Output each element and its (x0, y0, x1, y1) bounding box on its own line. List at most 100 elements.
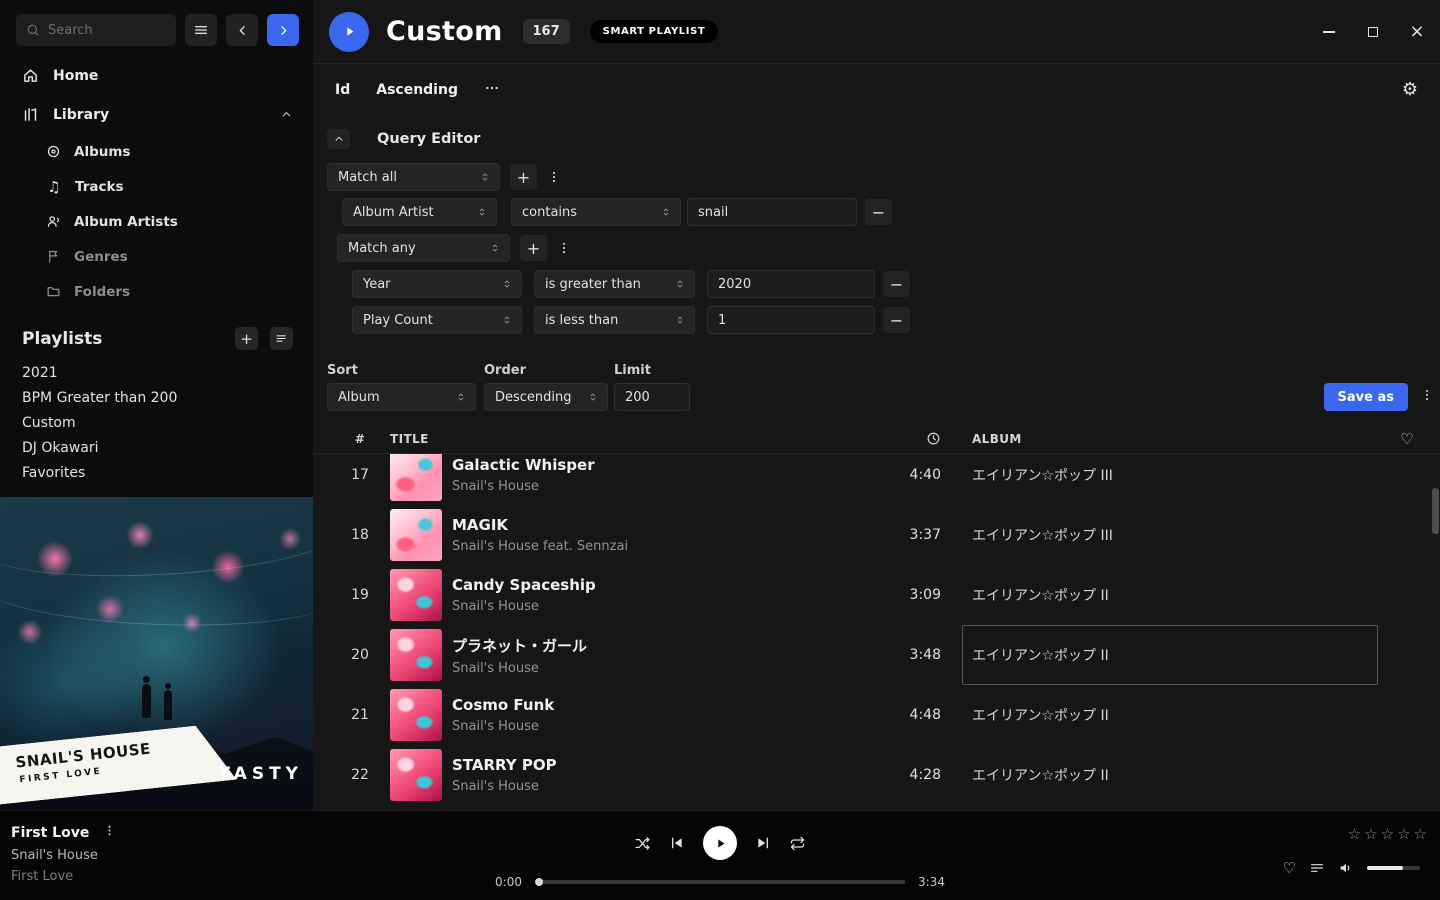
sidebar-item-album-artists[interactable]: Album Artists (0, 204, 313, 239)
limit-input[interactable] (614, 383, 690, 411)
sidebar-item-folders[interactable]: Folders (0, 274, 313, 309)
rule-field-select[interactable]: Year (352, 270, 522, 298)
playlist-item[interactable]: Favorites (0, 460, 313, 485)
add-group-rule-button[interactable]: + (520, 235, 547, 261)
now-playing-menu-button[interactable] (103, 824, 116, 841)
rule-operator-select[interactable]: is less than (534, 306, 695, 334)
track-row[interactable]: 21 Cosmo Funk Snail's House 4:48 エイリアン☆ポ… (313, 685, 1440, 745)
collapse-query-editor-button[interactable] (327, 129, 350, 149)
star-icon[interactable]: ☆ (1397, 825, 1410, 843)
meatball-icon (484, 80, 500, 96)
save-menu-button[interactable] (1420, 388, 1434, 406)
shuffle-button[interactable] (634, 835, 651, 852)
menu-button[interactable] (185, 14, 217, 46)
album-column-header[interactable]: ALBUM (972, 432, 1392, 446)
remove-rule-button[interactable]: − (883, 271, 910, 297)
rule-value-input[interactable] (707, 306, 875, 334)
close-button[interactable]: × (1404, 19, 1430, 45)
star-icon[interactable]: ☆ (1348, 825, 1361, 843)
nav-forward-button[interactable] (267, 14, 299, 46)
star-icon[interactable]: ☆ (1414, 825, 1427, 843)
transport-controls (634, 826, 806, 860)
remove-rule-button[interactable]: − (865, 199, 892, 225)
play-pause-button[interactable] (703, 826, 737, 860)
track-artist: Snail's House (452, 661, 881, 676)
rule-operator-select[interactable]: contains (511, 198, 681, 226)
track-table-header: # TITLE ALBUM ♡ (313, 424, 1440, 454)
play-playlist-button[interactable] (329, 12, 369, 52)
sidebar-item-home[interactable]: Home (0, 56, 313, 95)
sidebar-item-library[interactable]: Library (0, 95, 313, 134)
minimize-icon (1323, 31, 1335, 33)
sort-field-button[interactable]: Id (335, 82, 350, 98)
star-icon[interactable]: ☆ (1381, 825, 1394, 843)
add-rule-button[interactable]: + (510, 164, 537, 190)
sidebar-item-albums[interactable]: Albums (0, 134, 313, 169)
track-title: Candy Spaceship (452, 576, 881, 594)
chevron-up-icon[interactable] (280, 108, 293, 121)
favorite-column-header[interactable]: ♡ (1392, 430, 1414, 448)
search-box[interactable] (16, 14, 176, 46)
sidebar-item-tracks[interactable]: ♫ Tracks (0, 169, 313, 204)
seek-bar[interactable] (535, 880, 905, 884)
query-rule-row: Play Count is less than − (352, 306, 1440, 334)
add-playlist-button[interactable]: + (235, 327, 258, 350)
rule-menu-button[interactable] (544, 164, 564, 190)
rule-value-input[interactable] (687, 198, 857, 226)
playlist-label: 2021 (22, 365, 58, 381)
maximize-button[interactable] (1360, 19, 1386, 45)
queue-button[interactable] (1309, 860, 1325, 876)
next-track-button[interactable] (755, 835, 771, 851)
playlist-options-button[interactable] (270, 327, 293, 350)
title-column-header[interactable]: TITLE (390, 432, 881, 446)
track-row[interactable]: 17 Galactic Whisper Snail's House 4:40 エ… (313, 454, 1440, 505)
more-options-button[interactable] (484, 80, 500, 100)
duration-column-header[interactable] (881, 431, 941, 446)
playlist-item[interactable]: 2021 (0, 360, 313, 385)
minus-icon: − (872, 203, 885, 222)
track-album: エイリアン☆ポップ II (972, 765, 1392, 785)
track-row[interactable]: 19 Candy Spaceship Snail's House 3:09 エイ… (313, 565, 1440, 625)
order-select[interactable]: Descending (484, 383, 608, 411)
repeat-button[interactable] (789, 835, 806, 852)
favorite-button[interactable]: ♡ (1283, 859, 1296, 877)
match-any-select[interactable]: Match any (337, 234, 510, 262)
select-value: Album (338, 390, 380, 405)
playlist-item[interactable]: BPM Greater than 200 (0, 385, 313, 410)
settings-button[interactable]: ⚙ (1402, 81, 1418, 99)
volume-slider[interactable] (1367, 866, 1420, 870)
star-icon[interactable]: ☆ (1364, 825, 1377, 843)
save-as-button[interactable]: Save as (1324, 383, 1408, 411)
previous-track-button[interactable] (669, 835, 685, 851)
time-total: 3:34 (918, 875, 945, 889)
seek-handle[interactable] (535, 878, 543, 886)
remove-rule-button[interactable]: − (883, 307, 910, 333)
search-input[interactable] (48, 23, 166, 38)
track-row[interactable]: 20 プラネット・ガール Snail's House 3:48 エイリアン☆ポッ… (313, 625, 1440, 685)
track-row[interactable]: 22 STARRY POP Snail's House 4:28 エイリアン☆ポ… (313, 745, 1440, 805)
volume-button[interactable] (1338, 860, 1354, 876)
nav-back-button[interactable] (226, 14, 258, 46)
sidebar-item-label: Genres (74, 249, 128, 265)
scrollbar-thumb[interactable] (1432, 488, 1439, 534)
track-count-badge: 167 (523, 19, 570, 44)
rule-operator-select[interactable]: is greater than (534, 270, 695, 298)
query-editor-title: Query Editor (377, 131, 480, 147)
sidebar-item-genres[interactable]: Genres (0, 239, 313, 274)
playlist-label: Custom (22, 415, 76, 431)
sort-select[interactable]: Album (327, 383, 476, 411)
track-row[interactable]: 18 MAGIK Snail's House feat. Sennzai 3:3… (313, 505, 1440, 565)
sort-direction-button[interactable]: Ascending (376, 82, 458, 98)
rule-field-select[interactable]: Play Count (352, 306, 522, 334)
playlist-item[interactable]: DJ Okawari (0, 435, 313, 460)
hamburger-icon (193, 22, 209, 38)
playlist-item[interactable]: Custom (0, 410, 313, 435)
minimize-button[interactable] (1316, 19, 1342, 45)
volume-fill (1367, 866, 1403, 870)
match-all-select[interactable]: Match all (327, 163, 500, 191)
track-album-focused[interactable]: エイリアン☆ポップ II (972, 645, 1392, 665)
rule-value-input[interactable] (707, 270, 875, 298)
group-menu-button[interactable] (554, 235, 574, 261)
rule-field-select[interactable]: Album Artist (342, 198, 497, 226)
index-column-header[interactable]: # (343, 432, 377, 446)
